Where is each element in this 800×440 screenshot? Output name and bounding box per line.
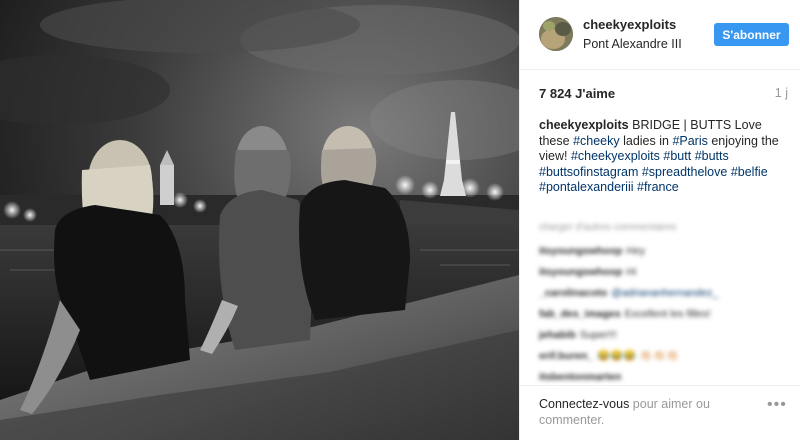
comment-row: fab_des_images Excellent les filles! [539,303,794,324]
hashtag-link[interactable]: #butt [663,149,691,163]
comment-mention[interactable]: @adriananhernandez_ [611,287,718,299]
hashtag-link[interactable]: #butts [695,149,729,163]
avatar-image [539,17,573,51]
comment-username[interactable]: jehabib [539,329,576,341]
hashtag-link[interactable]: #Paris [672,134,707,148]
post-time[interactable]: 1 j [775,86,788,100]
comment-username[interactable]: erif.buren_ [539,350,593,362]
comment-username[interactable]: itsbentonmarten [539,371,621,383]
location-link[interactable]: Pont Alexandre III [583,37,682,51]
caption-text-segment: ladies in [619,133,673,148]
follow-button[interactable]: S'abonner [714,23,789,46]
caption-username[interactable]: cheekyexploits [539,118,629,132]
comment-row: erif.buren_ 😂😂😂 👏🏻👏🏻👏🏻 [539,345,794,366]
hashtag-link[interactable]: #pontalexanderiii [539,180,634,194]
load-more-comments-link[interactable]: charger d'autres commentaires [539,222,794,233]
hashtag-link[interactable]: #belfie [731,165,768,179]
hashtag-link[interactable]: #france [637,180,679,194]
comment-text: Super!!! [579,328,617,341]
comment-text: Hey [626,244,646,257]
post-caption: cheekyexploits BRIDGE | BUTTS Love these… [539,118,789,196]
comment-text: Excellent les filles! [624,307,711,320]
username-link[interactable]: cheekyexploits [583,17,676,32]
comment-text: Hi [626,265,637,278]
comment-row: _carolinacoto @adriananhernandez_ [539,282,794,303]
comment-row: jehabib Super!!! [539,324,794,345]
login-prompt: Connectez-vous pour aimer ou commenter. [539,396,744,428]
comment-row: itsyoungswhoop Hi [539,261,794,282]
post-side-panel: cheekyexploits Pont Alexandre III S'abon… [519,0,800,440]
more-options-icon[interactable]: ••• [767,397,791,413]
comment-row: itsyoungswhoop Hey [539,240,794,261]
comments-list: charger d'autres commentaires itsyoungsw… [539,222,794,387]
hashtag-link[interactable]: #cheeky [573,134,620,148]
comment-username[interactable]: fab_des_images [539,308,621,320]
hashtag-link[interactable]: #cheekyexploits [571,149,660,163]
login-link[interactable]: Connectez-vous [539,397,629,411]
comment-username[interactable]: _carolinacoto [539,287,607,299]
comment-username[interactable]: itsyoungswhoop [539,245,622,257]
comment-row: itsbentonmarten [539,366,794,387]
post-header: cheekyexploits Pont Alexandre III S'abon… [520,0,800,70]
hashtag-link[interactable]: #spreadthelove [642,165,727,179]
likes-count[interactable]: 7 824 J'aime [539,86,615,101]
comment-text: 😂😂😂 👏🏻👏🏻👏🏻 [597,350,679,362]
comment-username[interactable]: itsyoungswhoop [539,266,622,278]
post-photo[interactable] [0,0,519,440]
post-footer: Connectez-vous pour aimer ou commenter. … [520,385,800,440]
hashtag-link[interactable]: #buttsofinstagram [539,165,638,179]
avatar[interactable] [539,17,573,51]
photo-image [0,0,519,440]
